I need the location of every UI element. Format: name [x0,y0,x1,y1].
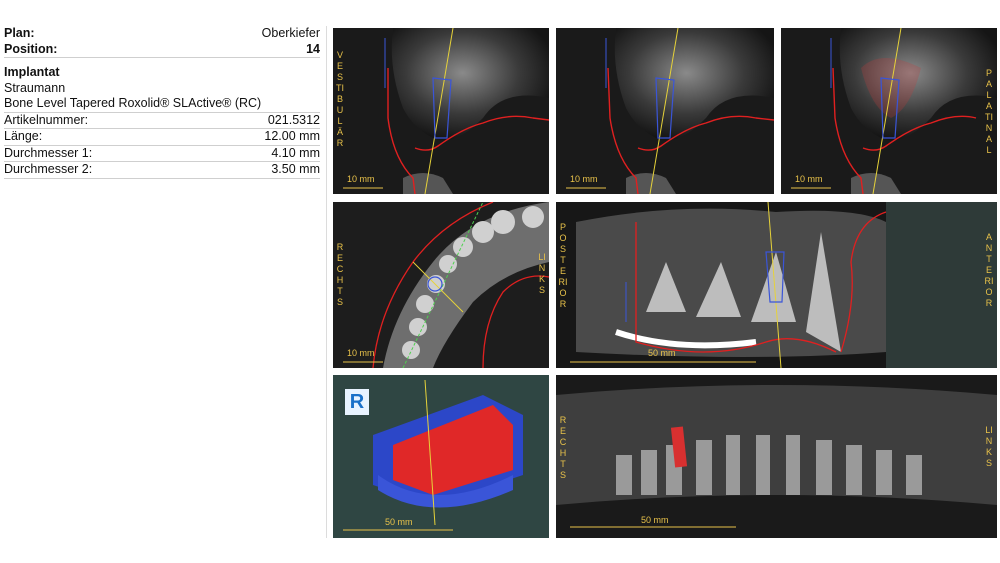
cross-section-view-3[interactable]: PALATINAL 10 mm [781,28,997,194]
diameter-2-row: Durchmesser 2: 3.50 mm [4,162,320,179]
axial-view[interactable]: RECHTS LINKS 10 mm [333,202,549,368]
implant-heading: Implantat [4,65,60,79]
position-value: 14 [306,41,320,56]
implant-manufacturer: Straumann [4,80,66,95]
3d-model-view[interactable]: R 50 mm [333,375,549,538]
implant-info-panel: Plan: Oberkiefer Position: 14 Implantat … [4,26,320,179]
position-row: Position: 14 [4,41,320,58]
label-posterior: POSTERIOR [558,222,568,309]
plan-label: Plan: [4,26,35,40]
plan-value: Oberkiefer [261,26,320,40]
label-rechts-pano: RECHTS [559,415,567,480]
scale-10mm-2: 10 mm [570,174,598,184]
label-anterior: ANTERIOR [984,232,994,308]
label-links-pano: LINKS [985,425,993,468]
label-rechts-axial: RECHTS [336,242,344,307]
position-label: Position: [4,41,58,56]
r-logo: R [345,389,369,415]
scale-10mm-1: 10 mm [347,174,375,184]
scale-50mm-sagittal: 50 mm [648,348,676,358]
scale-10mm-axial: 10 mm [347,348,375,358]
scale-50mm-3d: 50 mm [385,517,413,527]
scale-50mm-pano: 50 mm [641,515,669,525]
label-palatinal: PALATINAL [985,68,993,155]
article-number-row: Artikelnummer: 021.5312 [4,113,320,129]
panoramic-view[interactable]: RECHTS LINKS 50 mm [556,375,997,538]
implant-model: Bone Level Tapered Roxolid® SLActive® (R… [4,96,320,113]
sagittal-view[interactable]: POSTERIOR ANTERIOR 50 mm [556,202,997,368]
label-vestibular: VESTIBULÄR [336,50,344,148]
plan-row: Plan: Oberkiefer [4,26,320,42]
label-links-axial: LINKS [538,252,546,295]
length-row: Länge: 12.00 mm [4,129,320,146]
vertical-divider [326,26,327,538]
diameter-1-row: Durchmesser 1: 4.10 mm [4,146,320,162]
cross-section-view-1[interactable]: VESTIBULÄR 10 mm [333,28,549,194]
cross-section-view-2[interactable]: 10 mm [556,28,774,194]
scale-10mm-3: 10 mm [795,174,823,184]
